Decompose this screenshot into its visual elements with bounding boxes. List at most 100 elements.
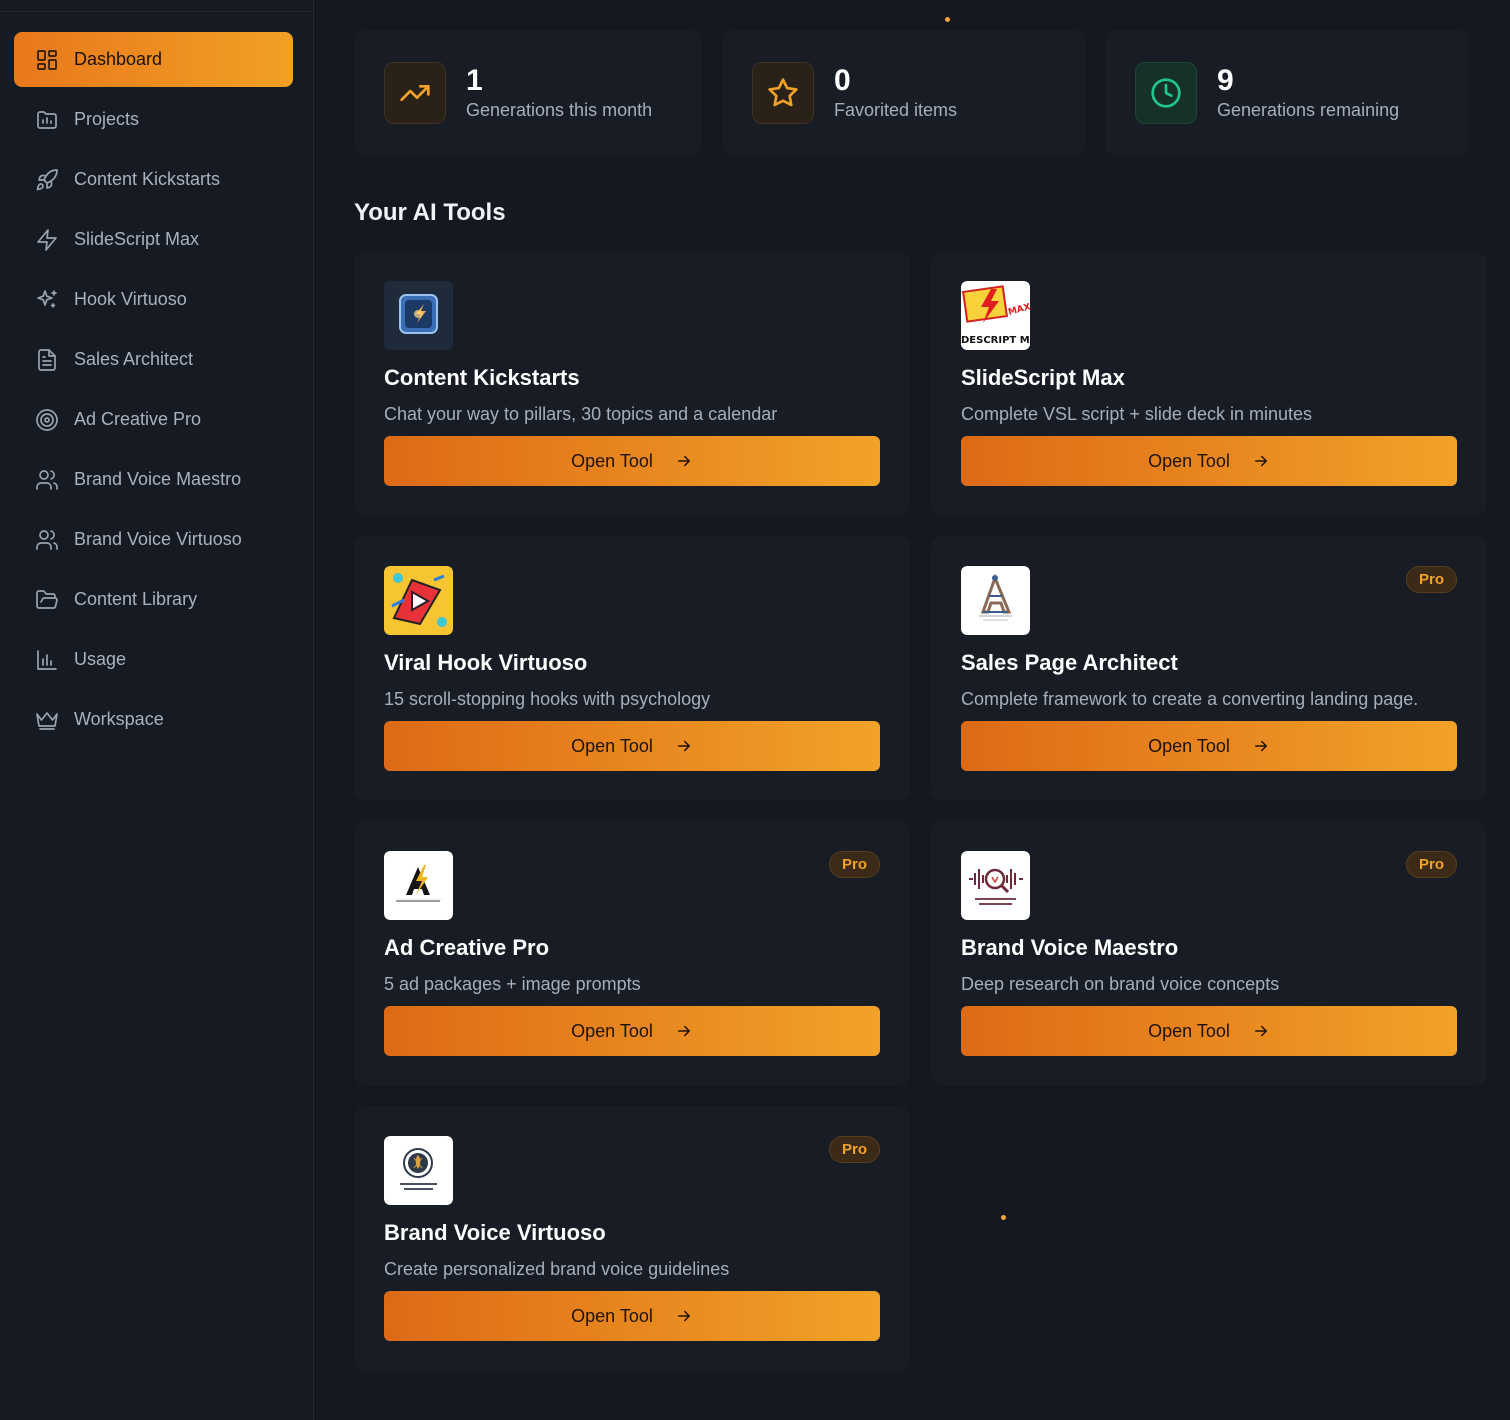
ad-creative-pro-logo [384, 851, 453, 920]
sidebar-item-brand-voice-virtuoso[interactable]: Brand Voice Virtuoso [14, 512, 293, 567]
sidebar-item-sales-architect[interactable]: Sales Architect [14, 332, 293, 387]
tool-title: Brand Voice Maestro [961, 935, 1179, 960]
stat-label: Generations this month [466, 100, 653, 120]
stat-value: 0 [834, 64, 851, 97]
sidebar-item-label: Content Library [74, 589, 198, 609]
sidebar-item-projects[interactable]: Projects [14, 92, 293, 147]
crown-icon [34, 707, 60, 733]
stat-label: Favorited items [834, 100, 958, 120]
sales-page-architect-logo [961, 566, 1030, 635]
tool-card-slidescript-max: MAX DESCRIPT M SlideScript Max Complete V… [931, 251, 1487, 516]
tool-card-content-kickstarts: Content Kickstarts Chat your way to pill… [354, 251, 910, 516]
star-icon [752, 61, 814, 124]
sidebar-item-usage[interactable]: Usage [14, 632, 293, 687]
tool-description: Create personalized brand voice guidelin… [384, 1259, 730, 1279]
bar-chart-icon [34, 647, 60, 673]
decorative-dot [1001, 1215, 1006, 1220]
sidebar-item-label: Ad Creative Pro [74, 409, 202, 429]
brand-voice-maestro-logo [961, 851, 1030, 920]
button-label: Open Tool [571, 735, 653, 756]
open-tool-button[interactable]: Open Tool [384, 1006, 880, 1056]
button-label: Open Tool [1148, 735, 1230, 756]
tool-card-sales-page-architect: Pro Sales Page Architect Complete framew… [931, 536, 1487, 801]
tool-card-brand-voice-virtuoso: Pro Brand Voice Virtuoso Create personal… [354, 1106, 910, 1371]
tool-description: 15 scroll-stopping hooks with psychology [384, 689, 711, 709]
open-tool-button[interactable]: Open Tool [961, 436, 1457, 486]
arrow-right-icon [675, 737, 693, 755]
tool-card-viral-hook-virtuoso: Viral Hook Virtuoso 15 scroll-stopping h… [354, 536, 910, 801]
slidescript-max-logo: MAX DESCRIPT M [961, 281, 1030, 350]
tool-title: Sales Page Architect [961, 650, 1178, 675]
sidebar-item-workspace[interactable]: Workspace [14, 692, 293, 747]
pro-badge: Pro [828, 1136, 880, 1163]
tool-description: Complete framework to create a convertin… [961, 689, 1419, 709]
sidebar-item-hook-virtuoso[interactable]: Hook Virtuoso [14, 272, 293, 327]
tool-card-ad-creative-pro: Pro Ad Creative Pro 5 ad packages + imag… [354, 821, 910, 1086]
stats-row: 1 Generations this month 0 Favorited ite… [354, 30, 1488, 155]
stat-card-favorites: 0 Favorited items [722, 30, 1085, 155]
sidebar-item-brand-voice-maestro[interactable]: Brand Voice Maestro [14, 452, 293, 507]
sidebar-item-dashboard[interactable]: Dashboard [14, 32, 293, 87]
stat-label: Generations remaining [1217, 100, 1400, 120]
sidebar-item-label: Usage [74, 649, 127, 669]
section-title: Your AI Tools [354, 199, 506, 226]
sidebar-item-slidescript-max[interactable]: SlideScript Max [14, 212, 293, 267]
button-label: Open Tool [1148, 1020, 1230, 1041]
trending-up-icon [384, 61, 446, 124]
sidebar: Dashboard Projects Content Kickstarts Sl… [0, 0, 314, 1420]
sparkles-icon [34, 287, 60, 313]
sidebar-item-label: Hook Virtuoso [74, 289, 187, 309]
sidebar-item-label: Brand Voice Maestro [74, 469, 242, 489]
arrow-right-icon [1252, 452, 1270, 470]
folder-open-icon [34, 587, 60, 613]
arrow-right-icon [1252, 1022, 1270, 1040]
tool-description: Complete VSL script + slide deck in minu… [961, 404, 1312, 424]
open-tool-button[interactable]: Open Tool [961, 721, 1457, 771]
tool-title: Brand Voice Virtuoso [384, 1220, 606, 1245]
sidebar-item-label: SlideScript Max [74, 229, 200, 249]
tool-description: 5 ad packages + image prompts [384, 974, 641, 994]
open-tool-button[interactable]: Open Tool [961, 1006, 1457, 1056]
stat-card-generations-month: 1 Generations this month [354, 30, 702, 155]
users-icon [34, 527, 60, 553]
tool-title: Content Kickstarts [384, 365, 580, 390]
tool-title: Ad Creative Pro [384, 935, 550, 960]
sidebar-item-label: Sales Architect [74, 349, 194, 369]
tool-title: SlideScript Max [961, 365, 1125, 390]
pro-badge: Pro [1405, 566, 1457, 593]
arrow-right-icon [1252, 737, 1270, 755]
button-label: Open Tool [571, 450, 653, 471]
arrow-right-icon [675, 452, 693, 470]
viral-hook-logo [384, 566, 453, 635]
sidebar-item-ad-creative-pro[interactable]: Ad Creative Pro [14, 392, 293, 447]
pro-badge: Pro [1405, 851, 1457, 878]
open-tool-button[interactable]: Open Tool [384, 721, 880, 771]
arrow-right-icon [675, 1022, 693, 1040]
stat-value: 9 [1217, 64, 1234, 97]
sidebar-item-content-library[interactable]: Content Library [14, 572, 293, 627]
tool-card-brand-voice-maestro: Pro Brand Voice Maestro Deep research on… [931, 821, 1487, 1086]
open-tool-button[interactable]: Open Tool [384, 1291, 880, 1341]
slidescript-max-logo-text: DESCRIPT M [961, 335, 1030, 346]
sidebar-item-label: Content Kickstarts [74, 169, 221, 189]
sidebar-item-label: Brand Voice Virtuoso [74, 529, 242, 549]
sidebar-item-label: Workspace [74, 709, 164, 729]
sidebar-item-content-kickstarts[interactable]: Content Kickstarts [14, 152, 293, 207]
tool-description: Deep research on brand voice concepts [961, 974, 1280, 994]
lightning-icon [34, 227, 60, 253]
open-tool-button[interactable]: Open Tool [384, 436, 880, 486]
dashboard-grid-icon [34, 47, 60, 73]
clock-icon [1135, 61, 1197, 124]
button-label: Open Tool [571, 1020, 653, 1041]
rocket-icon [34, 167, 60, 193]
sidebar-item-label: Projects [74, 109, 140, 129]
brand-voice-virtuoso-logo [384, 1136, 453, 1205]
tool-description: Chat your way to pillars, 30 topics and … [384, 404, 778, 424]
sidebar-item-label: Dashboard [74, 49, 163, 69]
sidebar-nav: Dashboard Projects Content Kickstarts Sl… [14, 32, 293, 752]
stat-value: 1 [466, 64, 483, 97]
content-kickstarts-logo [384, 281, 453, 350]
target-icon [34, 407, 60, 433]
folder-chart-icon [34, 107, 60, 133]
button-label: Open Tool [571, 1305, 653, 1326]
